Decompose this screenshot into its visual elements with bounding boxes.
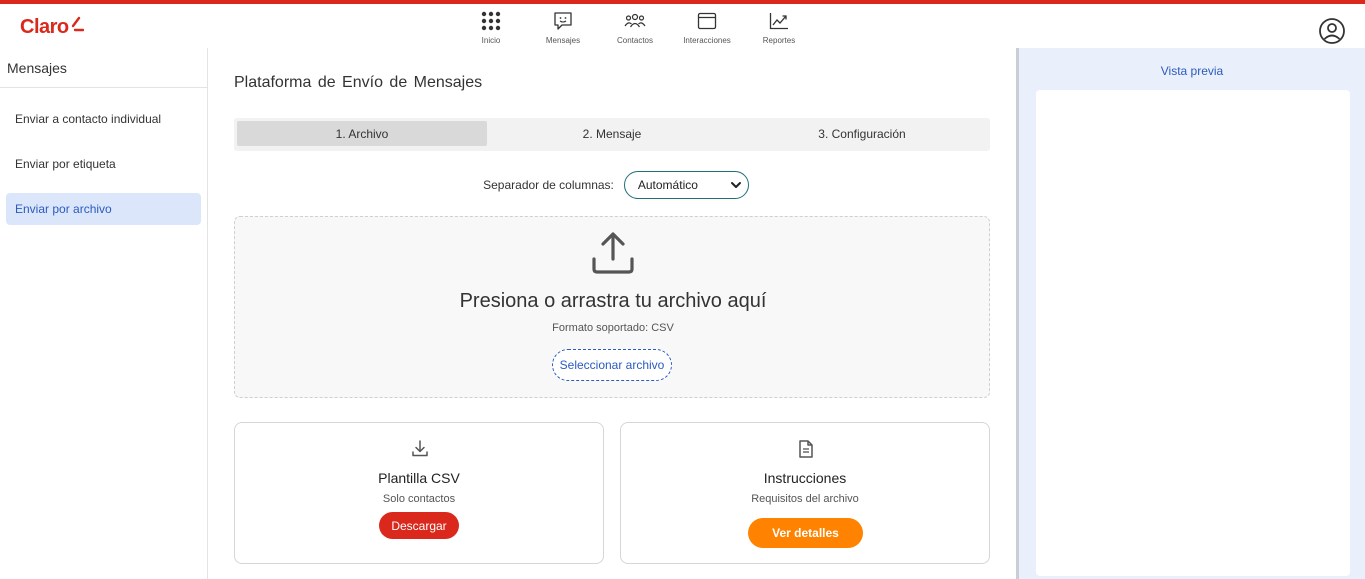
card-title: Instrucciones — [763, 470, 847, 486]
separator-row: Separador de columnas: Automático — [208, 171, 1016, 199]
preview-panel: Vista previa — [1019, 48, 1365, 579]
chevron-down-icon — [730, 182, 741, 188]
sidebar-item-etiqueta[interactable]: Enviar por etiqueta — [6, 148, 201, 180]
card-subtitle: Requisitos del archivo — [751, 493, 859, 505]
grid-icon — [481, 11, 501, 31]
instructions-card: Instrucciones Requisitos del archivo Ver… — [620, 422, 990, 564]
dropzone-title: Presiona o arrastra tu archivo aquí — [459, 290, 767, 312]
step-configuracion[interactable]: 3. Configuración — [737, 121, 987, 146]
nav-interacciones[interactable]: Interacciones — [671, 10, 743, 45]
nav-label: Contactos — [616, 36, 654, 45]
message-icon — [554, 12, 572, 30]
step-tabs: 1. Archivo 2. Mensaje 3. Configuración — [234, 118, 990, 151]
nav-label: Reportes — [762, 36, 796, 45]
nav-label: Interacciones — [683, 36, 731, 45]
claro-logo[interactable]: Claro — [20, 16, 84, 39]
csv-template-card: Plantilla CSV Solo contactos Descargar — [234, 422, 604, 564]
sidebar-item-archivo[interactable]: Enviar por archivo — [6, 193, 201, 225]
nav-label: Mensajes — [545, 36, 581, 45]
sidebar-item-contacto-individual[interactable]: Enviar a contacto individual — [6, 103, 201, 135]
preview-title: Vista previa — [1160, 64, 1224, 78]
download-button[interactable]: Descargar — [379, 512, 459, 539]
brand-name: Claro — [20, 16, 69, 38]
top-navigation: Inicio Mensajes Contactos Interacciones … — [455, 10, 815, 45]
view-details-button[interactable]: Ver detalles — [748, 518, 863, 548]
nav-mensajes[interactable]: Mensajes — [527, 10, 599, 45]
select-file-button[interactable]: Seleccionar archivo — [552, 349, 672, 381]
page-title: Plataforma de Envío de Mensajes — [234, 74, 483, 91]
nav-reportes[interactable]: Reportes — [743, 10, 815, 45]
separator-value: Automático — [637, 178, 698, 192]
main-content: Plataforma de Envío de Mensajes 1. Archi… — [208, 48, 1016, 579]
card-title: Plantilla CSV — [378, 470, 460, 486]
window-icon — [697, 12, 717, 30]
sidebar-title: Mensajes — [0, 48, 207, 88]
card-subtitle: Solo contactos — [382, 493, 456, 505]
chart-icon — [769, 13, 788, 30]
user-circle-icon[interactable] — [1318, 17, 1346, 45]
sidebar: Mensajes Enviar a contacto individual En… — [0, 48, 208, 579]
step-archivo[interactable]: 1. Archivo — [237, 121, 487, 146]
nav-label: Inicio — [481, 36, 501, 45]
top-header: Claro Inicio Mensajes Contactos Interacc… — [0, 4, 1365, 48]
contacts-icon — [624, 13, 646, 28]
claro-logo-mark-icon — [71, 16, 84, 31]
preview-area — [1036, 90, 1350, 576]
file-dropzone[interactable]: Presiona o arrastra tu archivo aquí Form… — [234, 216, 990, 398]
nav-inicio[interactable]: Inicio — [455, 10, 527, 45]
step-mensaje[interactable]: 2. Mensaje — [487, 121, 737, 146]
upload-icon — [592, 232, 634, 274]
download-icon — [412, 440, 428, 457]
dropzone-subtitle: Formato soportado: CSV — [552, 322, 674, 334]
separator-label: Separador de columnas: — [483, 178, 614, 192]
document-icon — [799, 440, 813, 458]
nav-contactos[interactable]: Contactos — [599, 10, 671, 45]
separator-select[interactable]: Automático — [623, 171, 749, 199]
